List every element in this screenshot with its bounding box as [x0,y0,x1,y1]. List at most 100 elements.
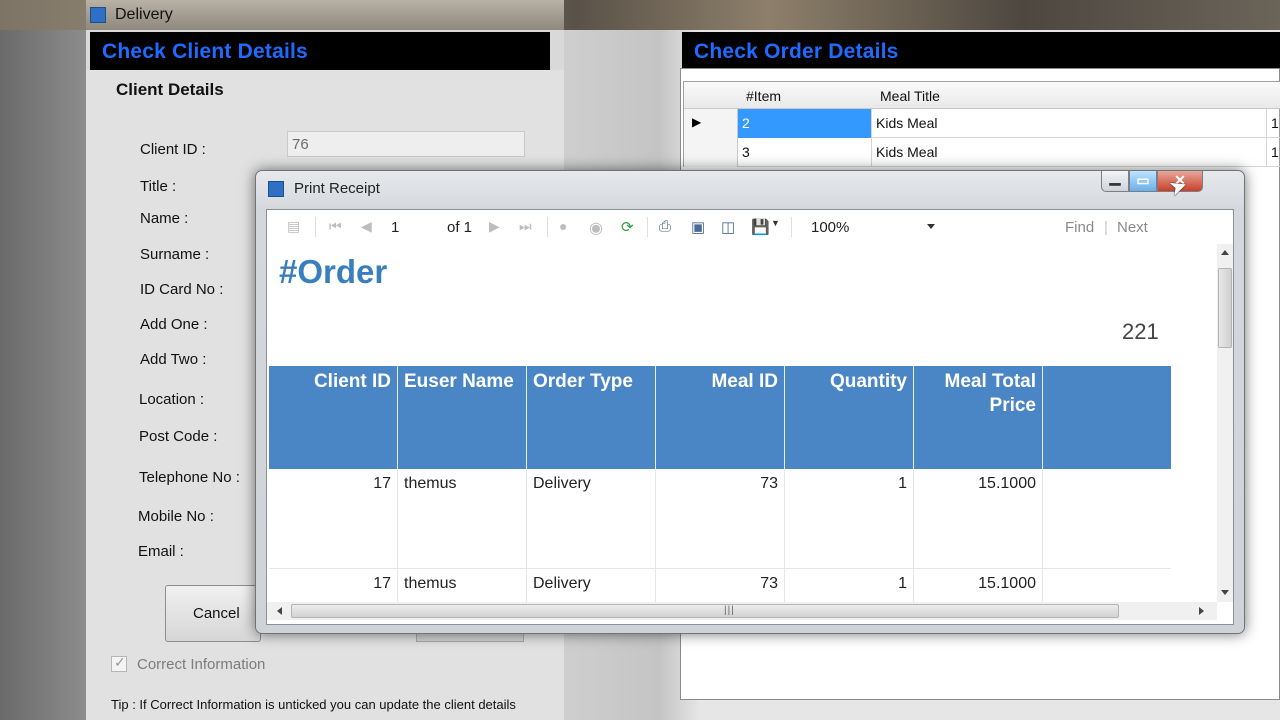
add-two-label: Add Two : [140,351,207,368]
app-icon [90,7,106,23]
telephone-label: Telephone No : [139,469,240,486]
column-header-item[interactable]: #Item [746,88,781,104]
report-viewer: ▤ ⏮ ◀ 1 of 1 ▶ ⏭ ● ◉ ⟳ ⎙ ▣ ◫ 💾 ▼ 100% Fi… [266,209,1234,625]
print-titlebar[interactable]: Print Receipt ▁ ▭ ✕ ➤ [256,169,1244,205]
cancel-button[interactable]: Cancel [165,585,261,642]
post-code-label: Post Code : [139,428,218,445]
grid-cell-meal[interactable]: Kids Meal [872,138,1267,167]
report-cell-empty [1043,569,1171,602]
report-column-header: Meal ID [656,366,785,469]
report-cell: 1 [785,569,914,602]
previous-page-icon[interactable]: ◀ [361,218,377,234]
page-count: of 1 [447,219,473,236]
row-selector[interactable] [684,138,738,167]
report-cell: 1 [785,469,914,569]
toolbar-separator [647,217,648,237]
document-map-icon[interactable]: ▤ [287,218,303,234]
grid-cell-extra[interactable]: 1 [1267,109,1280,138]
tip-text: Tip : If Correct Information is unticked… [111,697,516,712]
report-cell: 73 [656,469,785,569]
correct-information-checkbox[interactable] [111,654,127,672]
minimize-icon: ▁ [1109,169,1121,185]
delivery-titlebar[interactable]: Delivery [86,0,564,30]
toolbar-separator [315,217,316,237]
report-cell: themus [398,569,527,602]
refresh-icon[interactable]: ⟳ [621,218,637,236]
minimize-button[interactable]: ▁ [1101,169,1129,192]
row-selector[interactable]: ▶ [684,109,738,138]
order-details-header: Check Order Details [682,32,1280,70]
last-page-icon[interactable]: ⏭ [519,218,535,234]
current-row-arrow-icon: ▶ [692,115,702,129]
zoom-select[interactable]: 100% [811,219,849,236]
grid-cell-meal[interactable]: Kids Meal [872,109,1267,138]
window-title: Delivery [115,6,173,23]
grid-cell-item[interactable]: 2 [738,109,872,138]
current-page-field[interactable]: 1 [391,219,399,236]
report-cell: 17 [269,569,398,602]
table-row[interactable]: ▶ 2 Kids Meal 1 [684,109,1280,138]
scroll-up-icon[interactable] [1221,250,1229,255]
print-icon[interactable]: ⎙ [659,218,675,235]
export-save-icon[interactable]: 💾 [751,218,770,236]
report-column-header: Order Type [527,366,656,469]
report-column-header-empty [1043,366,1171,469]
vertical-scrollbar[interactable] [1217,244,1233,602]
grid-cell-extra[interactable]: 1 [1267,138,1280,167]
scroll-left-icon[interactable] [277,607,282,615]
toolbar-separator: | [1104,219,1108,236]
grid-cell-item[interactable]: 3 [738,138,872,167]
report-title: #Order [279,253,388,290]
report-toolbar: ▤ ⏮ ◀ 1 of 1 ▶ ⏭ ● ◉ ⟳ ⎙ ▣ ◫ 💾 ▼ 100% Fi… [267,210,1233,244]
back-icon[interactable]: ● [559,218,575,234]
app-icon [268,181,284,197]
title-label: Title : [140,178,177,195]
maximize-button[interactable]: ▭ [1129,171,1157,192]
report-table-header: Client ID Euser Name Order Type Meal ID … [269,366,1171,469]
correct-information-label: Correct Information [137,656,266,673]
find-next-link[interactable]: Next [1117,219,1148,236]
order-grid[interactable]: #Item Meal Title ▶ 2 Kids Meal 1 3 Kids … [683,81,1280,167]
add-one-label: Add One : [140,316,208,333]
next-page-icon[interactable]: ▶ [489,218,505,234]
print-receipt-window: Print Receipt ▁ ▭ ✕ ➤ ▤ ⏮ ◀ 1 of 1 ▶ ⏭ ●… [255,169,1245,634]
scroll-grip-icon: ||| [724,605,735,616]
client-details-header: Check Client Details [90,32,550,70]
id-card-label: ID Card No : [140,281,224,298]
horizontal-scrollbar[interactable]: ||| [267,602,1217,620]
toolbar-separator [791,217,792,237]
name-label: Name : [140,210,189,227]
report-cell: themus [398,469,527,569]
vertical-scroll-thumb[interactable] [1218,268,1232,348]
report-column-header: Quantity [785,366,914,469]
report-cell: Delivery [527,569,656,602]
table-row[interactable]: 3 Kids Meal 1 [684,138,1280,167]
report-column-header: Meal Total Price [914,366,1043,469]
zoom-dropdown-icon[interactable] [927,224,935,229]
scroll-right-icon[interactable] [1199,607,1204,615]
find-link[interactable]: Find [1065,219,1094,236]
column-header-meal-title[interactable]: Meal Title [880,88,940,104]
toolbar-separator [547,217,548,237]
report-column-header: Client ID [269,366,398,469]
location-label: Location : [139,391,205,408]
export-dropdown-icon[interactable]: ▼ [771,218,787,234]
report-cell: 73 [656,569,785,602]
print-window-title: Print Receipt [294,180,380,197]
stop-icon[interactable]: ◉ [589,218,605,237]
table-row: 17 themus Delivery 73 1 15.1000 [269,469,1171,569]
report-column-header: Euser Name [398,366,527,469]
surname-label: Surname : [140,246,210,263]
print-layout-icon[interactable]: ▣ [691,218,707,236]
table-row: 17 themus Delivery 73 1 15.1000 [269,569,1171,602]
horizontal-scroll-thumb[interactable]: ||| [291,604,1119,618]
order-grid-header: #Item Meal Title [684,82,1280,109]
email-label: Email : [138,543,184,560]
report-cell: Delivery [527,469,656,569]
scroll-down-icon[interactable] [1221,590,1229,595]
first-page-icon[interactable]: ⏮ [329,218,345,234]
report-page: #Order 221 Client ID Euser Name Order Ty… [267,244,1217,602]
report-cell: 15.1000 [914,469,1043,569]
client-id-field[interactable]: 76 [287,131,525,157]
page-setup-icon[interactable]: ◫ [721,218,737,236]
